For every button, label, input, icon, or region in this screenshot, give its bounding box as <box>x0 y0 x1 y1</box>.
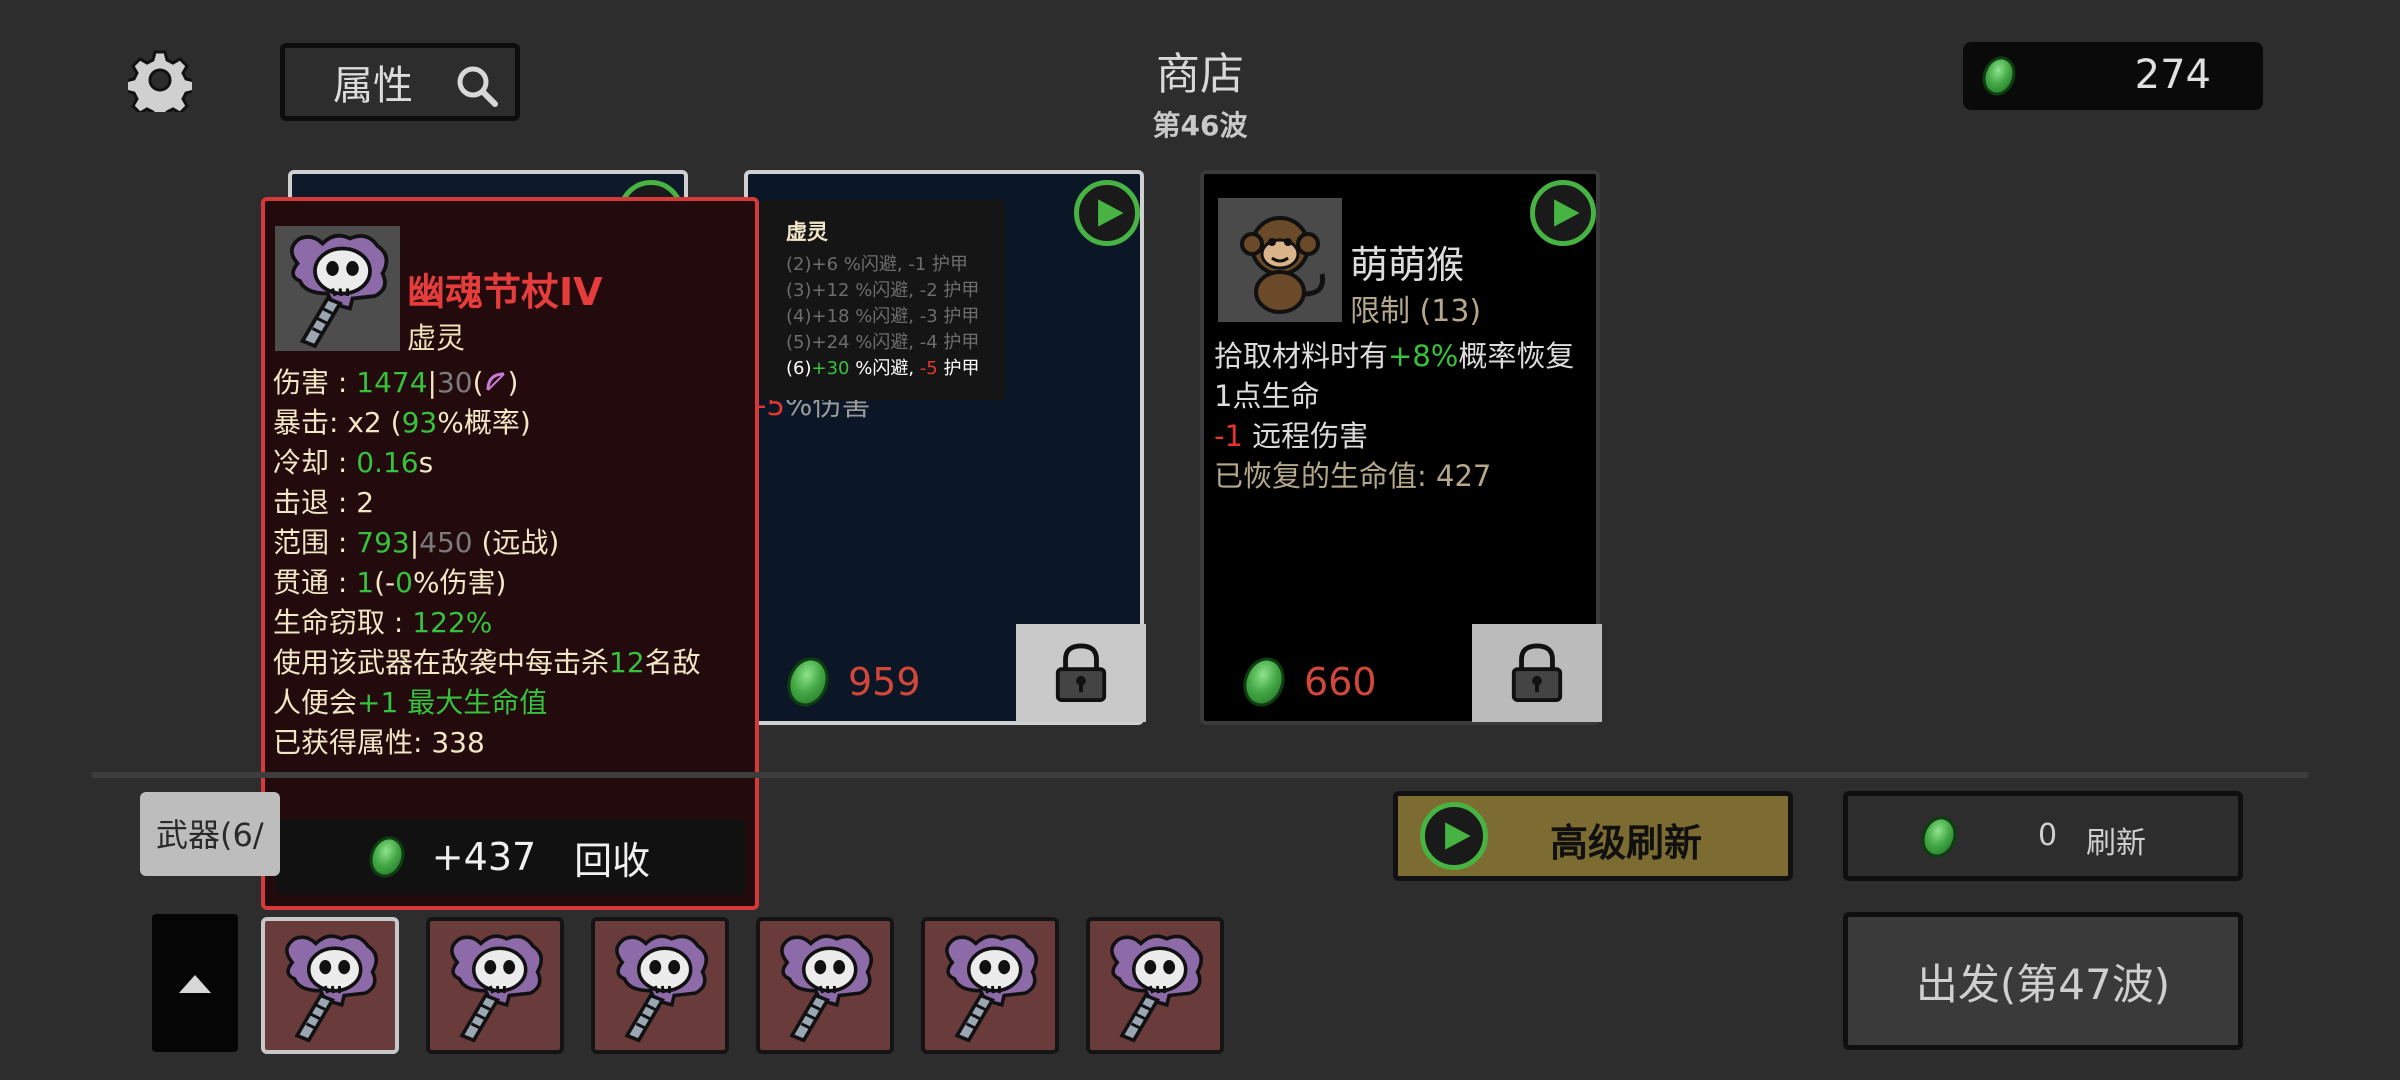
attribute-search-button[interactable]: 属性 <box>280 43 520 121</box>
inventory-slot-weapon[interactable] <box>261 917 399 1054</box>
depart-label: 出发(第47波) <box>1915 959 2171 1009</box>
ghost-scepter-icon <box>931 927 1049 1045</box>
money-amount: 274 <box>2134 52 2211 98</box>
stat-pierce: 贯通 : 1(-0%伤害) <box>273 566 507 599</box>
page-title: 商店 <box>1156 49 1244 100</box>
money-display: 274 <box>1963 42 2263 110</box>
advanced-refresh-label: 高级刷新 <box>1550 821 1703 865</box>
ghost-scepter-icon <box>271 927 389 1045</box>
material-coin-icon <box>780 651 836 713</box>
price-value: 660 <box>1304 660 1377 704</box>
lock-icon <box>1052 642 1110 704</box>
item-name: 萌萌猴 <box>1350 243 1465 287</box>
ghost-scepter-icon <box>766 927 884 1045</box>
lock-button[interactable] <box>1472 624 1602 722</box>
card-price: 959 <box>768 651 921 713</box>
refresh-cost: 0 <box>2038 818 2058 853</box>
wave-label: 第46波 <box>1152 109 1248 142</box>
set-tier-row: (5)+24 %闪避, -4 护甲 <box>786 332 980 353</box>
cute-monkey-item-icon <box>1218 198 1342 322</box>
stat-effect-line2: 人便会+1 最大生命值 <box>273 686 548 719</box>
weapon-stats: 伤害 : 1474|30() 暴击: x2 (93%概率) 冷却 : 0.16s… <box>273 363 701 763</box>
item-description: 拾取材料时有+8%概率恢复 1点生命 -1 远程伤害 已恢复的生命值: 427 <box>1214 339 1575 493</box>
recycle-label: 回收 <box>574 838 651 883</box>
stat-knockback: 击退 : 2 <box>273 486 375 519</box>
stat-gained: 已获得属性: 338 <box>273 726 485 759</box>
ghost-scepter-icon <box>275 226 400 351</box>
advanced-refresh-button[interactable]: 高级刷新 <box>1393 791 1793 881</box>
material-coin-icon <box>1236 651 1292 713</box>
inventory-slot-weapon[interactable] <box>426 917 564 1054</box>
ghost-scepter-icon <box>1096 927 1214 1045</box>
bow-icon <box>486 372 505 391</box>
chevron-up-icon <box>179 975 211 993</box>
play-icon <box>1420 802 1488 870</box>
material-coin-icon <box>1915 811 1963 863</box>
stat-damage: 伤害 : 1474|30() <box>273 366 519 399</box>
inventory-slot-weapon[interactable] <box>1086 917 1224 1054</box>
material-coin-icon <box>363 831 410 883</box>
weapon-tooltip: 幽魂节杖IV 虚灵 伤害 : 1474|30() 暴击: x2 (93%概率) … <box>261 197 759 910</box>
shop-card-3[interactable]: 萌萌猴 限制 (13) 拾取材料时有+8%概率恢复 1点生命 -1 远程伤害 已… <box>1200 170 1602 725</box>
card-price: 660 <box>1224 651 1377 713</box>
set-tier-row-active: (6)+30 %闪避, -5 护甲 <box>786 358 980 379</box>
recycle-value: +437 <box>431 835 537 879</box>
depart-next-wave-button[interactable]: 出发(第47波) <box>1843 912 2243 1050</box>
stat-effect-line1: 使用该武器在敌袭中每击杀12名敌 <box>273 646 701 679</box>
set-tier-row: (4)+18 %闪避, -3 护甲 <box>786 306 980 327</box>
ghost-scepter-icon <box>601 927 719 1045</box>
ghost-scepter-icon <box>436 927 554 1045</box>
inventory-slot-weapon[interactable] <box>921 917 1059 1054</box>
shop-title-block: 商店 第46波 <box>1100 38 1300 144</box>
stat-range: 范围 : 793|450 (远战) <box>273 526 560 559</box>
lock-icon <box>1508 642 1566 704</box>
inventory-slot-weapon[interactable] <box>591 917 729 1054</box>
inventory-expand-button[interactable] <box>152 914 238 1052</box>
stat-lifesteal: 生命窃取 : 122% <box>273 606 493 639</box>
tab-weapons-label: 武器(6/ <box>156 816 264 854</box>
stat-cooldown: 冷却 : 0.16s <box>273 446 434 479</box>
lock-button[interactable] <box>1016 624 1146 722</box>
buy-play-icon[interactable] <box>1530 180 1596 246</box>
item-limit: 限制 (13) <box>1350 294 1482 329</box>
set-name: 虚灵 <box>786 220 828 244</box>
recycle-button[interactable]: +437 回收 <box>275 819 745 895</box>
divider <box>92 772 2308 778</box>
search-icon <box>457 66 498 107</box>
buy-play-icon[interactable] <box>1074 180 1140 246</box>
refresh-label: 刷新 <box>2086 826 2146 861</box>
set-tier-row: (2)+6 %闪避, -1 护甲 <box>786 254 968 275</box>
search-label: 属性 <box>333 63 413 109</box>
weapon-type: 虚灵 <box>407 321 466 355</box>
refresh-button[interactable]: 0 刷新 <box>1843 791 2243 881</box>
set-bonus-tooltip: 虚灵 (2)+6 %闪避, -1 护甲 (3)+12 %闪避, -2 护甲 (4… <box>760 200 1005 400</box>
inventory-slot-weapon[interactable] <box>756 917 894 1054</box>
material-coin-icon <box>1977 51 2021 101</box>
weapon-name: 幽魂节杖IV <box>407 270 603 314</box>
tab-weapons[interactable]: 武器(6/ <box>140 792 280 876</box>
stat-crit: 暴击: x2 (93%概率) <box>273 406 531 439</box>
price-value: 959 <box>848 660 921 704</box>
set-tier-row: (3)+12 %闪避, -2 护甲 <box>786 280 980 301</box>
settings-gear-icon[interactable] <box>124 48 196 122</box>
